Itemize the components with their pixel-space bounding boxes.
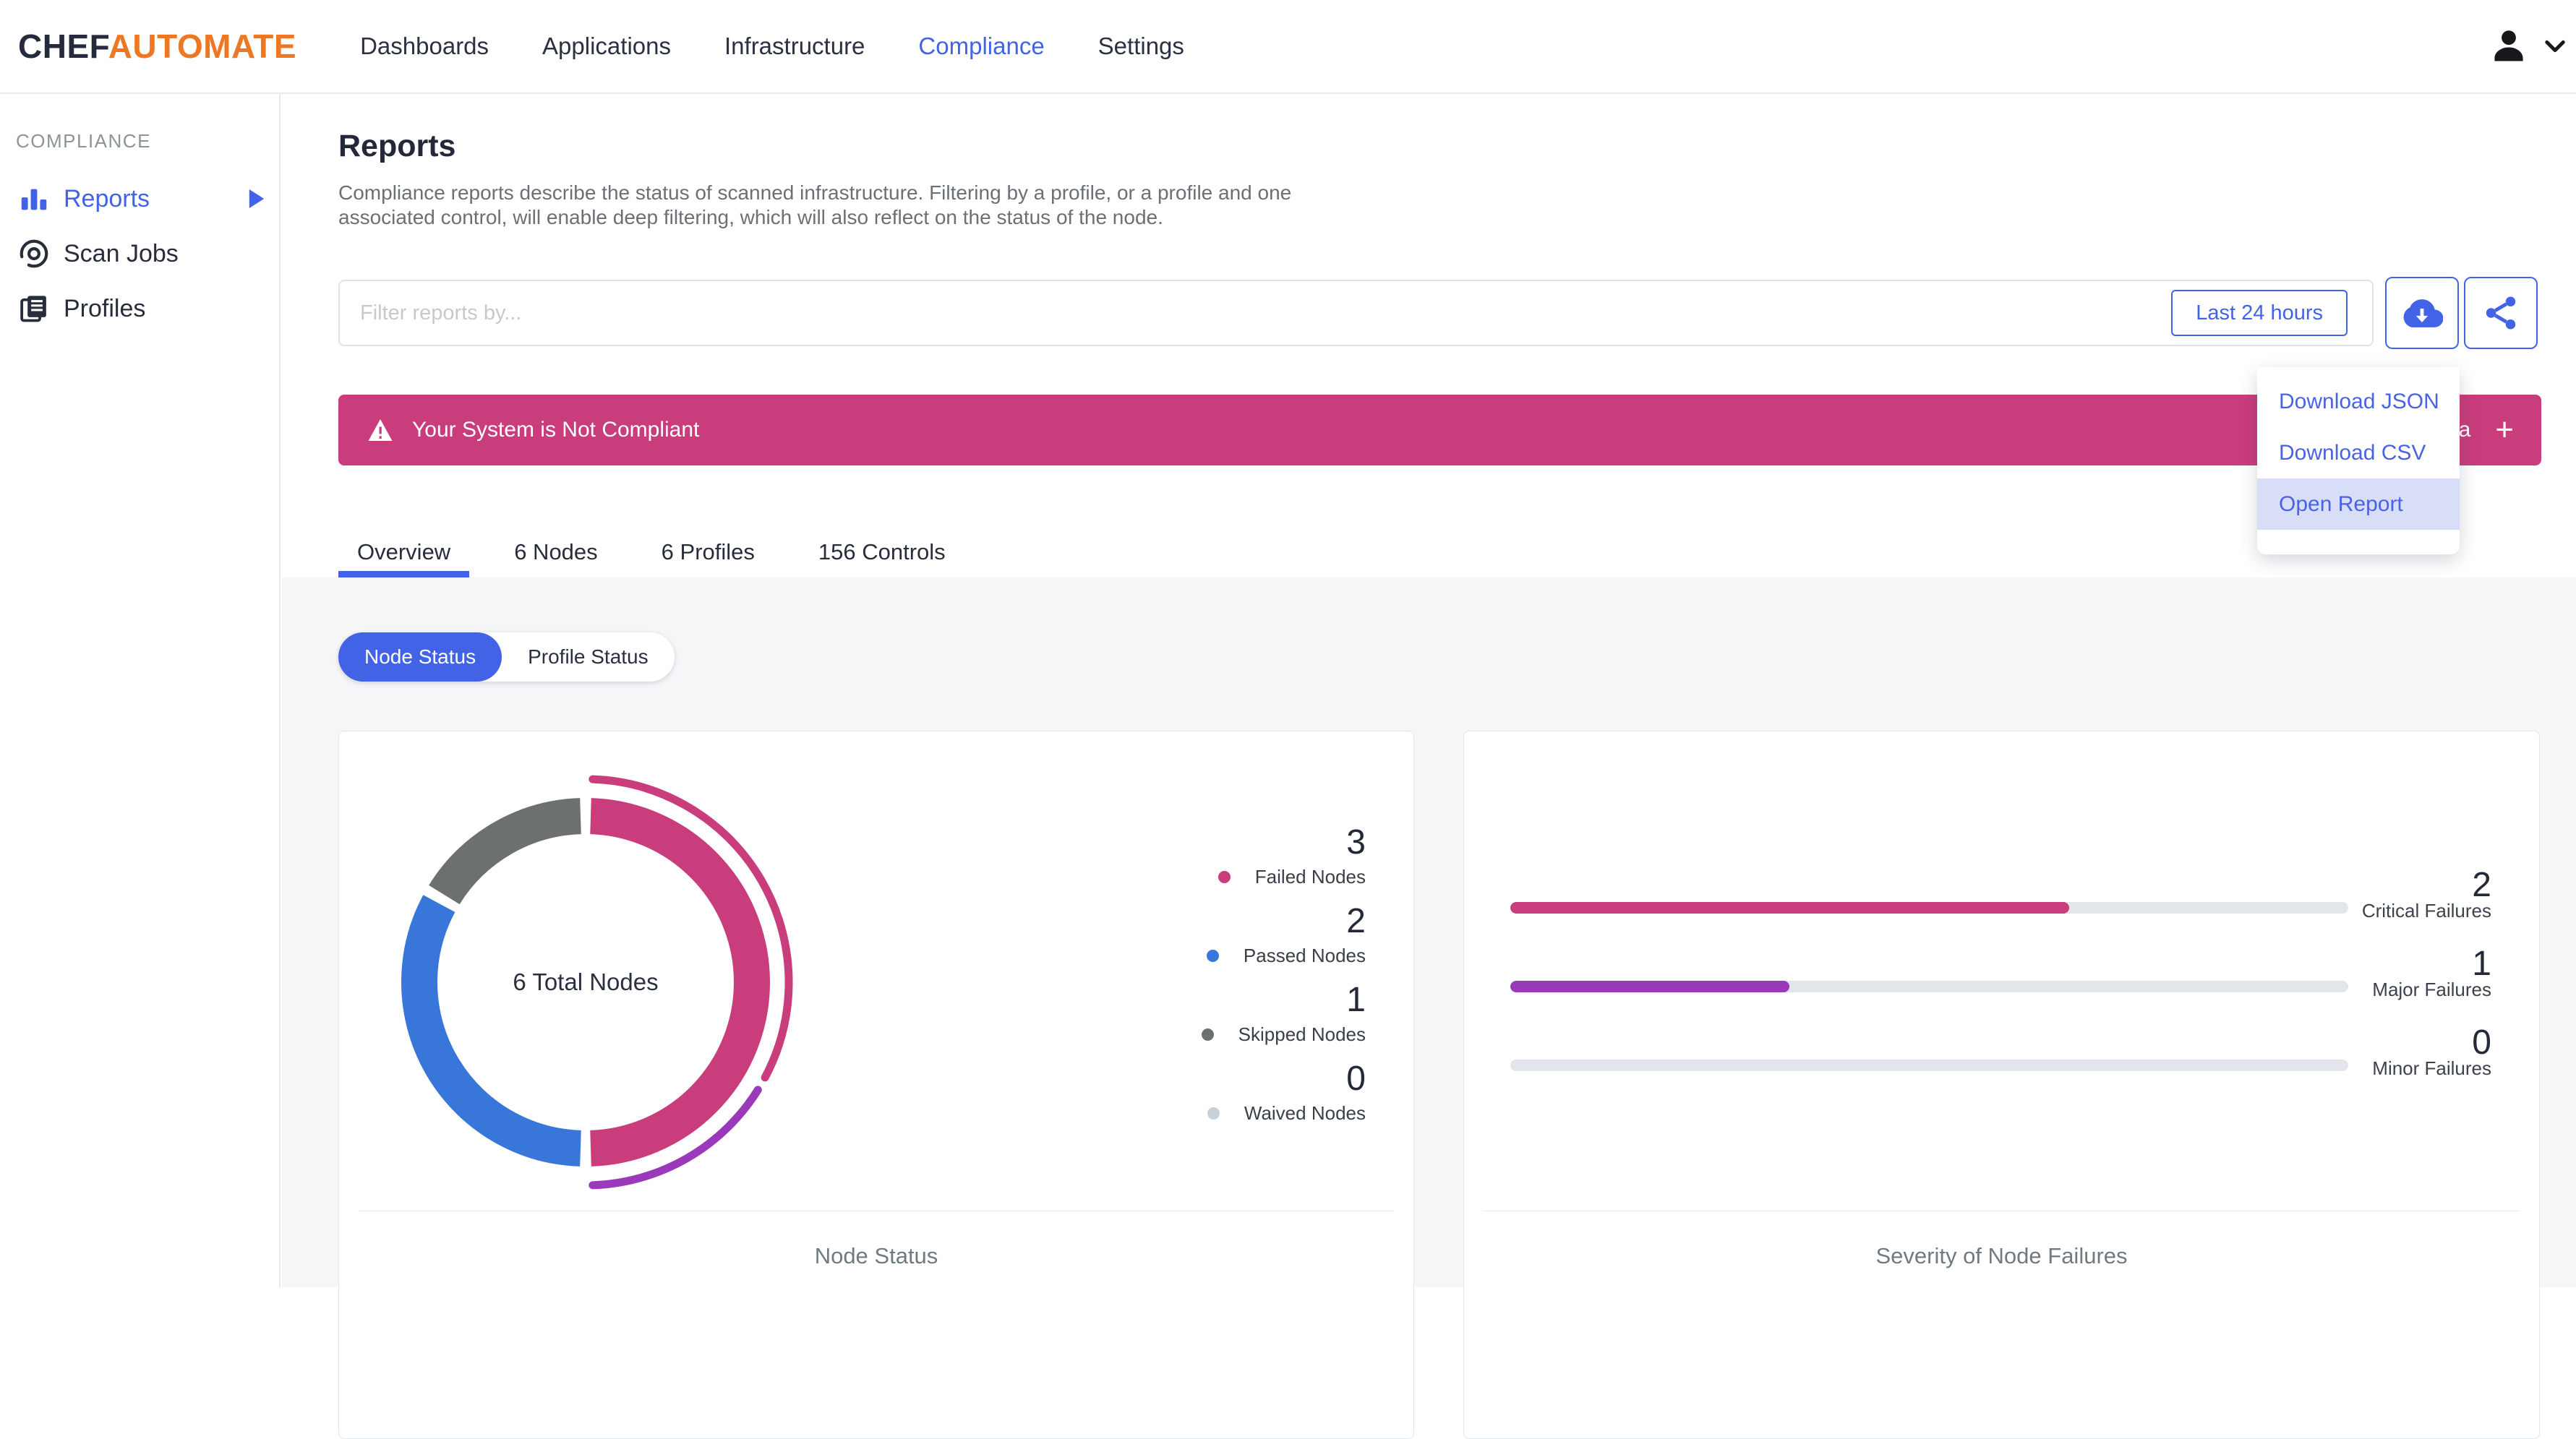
sidebar-item-reports[interactable]: Reports xyxy=(0,171,279,226)
status-toggle: Node Status Profile Status xyxy=(338,632,675,682)
menu-item-download-json[interactable]: Download JSON xyxy=(2257,376,2460,427)
sidebar-item-label: Scan Jobs xyxy=(64,239,179,267)
legend-item-skipped-nodes: 1 Skipped Nodes xyxy=(1201,981,1366,1045)
nav-item-settings[interactable]: Settings xyxy=(1098,33,1184,60)
legend-count: 2 xyxy=(1346,902,1366,940)
share-icon xyxy=(2486,296,2516,330)
sidebar-section-label: COMPLIANCE xyxy=(16,130,151,152)
compliance-banner: Your System is Not Compliant ta + xyxy=(338,395,2541,465)
sidebar: COMPLIANCE Reports Scan Jobs Profiles xyxy=(0,94,281,1287)
content-area: Node Status Profile Status 6 Total Nodes … xyxy=(282,577,2576,1439)
severity-caption: Severity of Node Failures xyxy=(1484,1211,2520,1269)
severity-label: Critical Failures xyxy=(2361,900,2491,922)
legend-count: 0 xyxy=(1346,1060,1366,1098)
add-filter-plus-icon[interactable]: + xyxy=(2495,414,2514,446)
legend-item-passed-nodes: 2 Passed Nodes xyxy=(1206,902,1366,966)
legend-label: Skipped Nodes xyxy=(1238,1023,1366,1045)
severity-bar-fill xyxy=(1510,981,1790,992)
main-nav: Dashboards Applications Infrastructure Comp… xyxy=(360,33,1184,60)
card-caption-text: Node Status xyxy=(814,1243,938,1268)
severity-card: 2 Critical Failures 1 Major Failures 0 Minor … xyxy=(1463,731,2540,1439)
page-description: Compliance reports describe the status o… xyxy=(338,181,1292,228)
severity-label: Minor Failures xyxy=(2372,1057,2491,1079)
severity-bar-fill xyxy=(1510,902,2069,914)
user-menu[interactable] xyxy=(2488,25,2566,67)
share-button[interactable] xyxy=(2464,277,2538,349)
main-content: Reports Compliance reports describe the … xyxy=(282,94,2576,1439)
banner-right: ta + xyxy=(2452,414,2541,446)
sidebar-item-label: Profiles xyxy=(64,294,146,322)
logo-chef: CHEF xyxy=(18,27,108,65)
logo-automate: AUTOMATE xyxy=(108,27,297,65)
bar-chart-icon xyxy=(17,182,51,215)
menu-item-open-report[interactable]: Open Report xyxy=(2257,478,2460,530)
legend-dot-icon xyxy=(1206,949,1219,962)
legend-label: Failed Nodes xyxy=(1254,866,1366,888)
legend-dot-icon xyxy=(1207,1107,1220,1120)
tab-overview[interactable]: Overview xyxy=(338,526,470,577)
filter-input[interactable]: Filter reports by... xyxy=(360,301,2171,325)
sidebar-item-label: Reports xyxy=(64,184,150,212)
sidebar-item-scan-jobs[interactable]: Scan Jobs xyxy=(0,226,279,281)
nav-item-dashboards[interactable]: Dashboards xyxy=(360,33,489,60)
menu-item-download-csv[interactable]: Download CSV xyxy=(2257,427,2460,478)
app-header: CHEFAUTOMATE Dashboards Applications Infra… xyxy=(0,0,2576,94)
legend-count: 3 xyxy=(1346,823,1366,862)
tab-6-profiles[interactable]: 6 Profiles xyxy=(643,526,774,577)
chevron-down-icon[interactable] xyxy=(2544,39,2566,53)
sidebar-item-profiles[interactable]: Profiles xyxy=(0,281,279,336)
severity-bar-track-critical-failures xyxy=(1510,902,2348,914)
legend-label: Waived Nodes xyxy=(1244,1102,1366,1124)
donut-center-label: 6 Total Nodes xyxy=(513,968,659,995)
card-caption-text: Severity of Node Failures xyxy=(1875,1243,2128,1268)
tab-156-controls[interactable]: 156 Controls xyxy=(800,526,964,577)
donut-segment-skipped-nodes xyxy=(429,798,582,905)
severity-bars: 2 Critical Failures 1 Major Failures 0 Minor … xyxy=(1464,731,2539,1438)
nav-item-compliance[interactable]: Compliance xyxy=(918,33,1044,60)
severity-bar-track-minor-failures xyxy=(1510,1060,2348,1071)
severity-label: Major Failures xyxy=(2372,979,2491,1000)
node-status-card: 6 Total Nodes 3 Failed Nodes 2 Passed Nodes… xyxy=(338,731,1414,1439)
warning-icon xyxy=(367,418,393,442)
time-range-button[interactable]: Last 24 hours xyxy=(2171,290,2348,336)
profiles-icon xyxy=(17,292,51,325)
user-avatar-icon[interactable] xyxy=(2488,25,2530,67)
legend-dot-icon xyxy=(1201,1028,1214,1041)
nav-item-applications[interactable]: Applications xyxy=(542,33,671,60)
severity-bar-track-major-failures xyxy=(1510,981,2348,992)
legend-label: Passed Nodes xyxy=(1243,945,1366,966)
download-button[interactable] xyxy=(2385,277,2459,349)
severity-count: 2 xyxy=(2472,866,2491,904)
legend-count: 1 xyxy=(1346,981,1366,1019)
legend-dot-icon xyxy=(1218,870,1231,883)
filter-bar: Filter reports by... Last 24 hours xyxy=(338,280,2374,346)
banner-text: Your System is Not Compliant xyxy=(412,418,700,442)
app-logo[interactable]: CHEFAUTOMATE xyxy=(18,27,296,66)
download-menu: Download JSON Download CSV Open Report xyxy=(2257,367,2460,554)
donut-segment-passed-nodes xyxy=(401,895,581,1167)
arrow-right-icon xyxy=(249,189,265,208)
toggle-node-status[interactable]: Node Status xyxy=(338,632,502,682)
node-status-caption: Node Status xyxy=(359,1211,1394,1269)
severity-count: 1 xyxy=(2472,945,2491,983)
page-title: Reports xyxy=(338,129,456,163)
legend-item-waived-nodes: 0 Waived Nodes xyxy=(1207,1060,1366,1124)
scan-icon xyxy=(17,237,51,270)
tab-6-nodes[interactable]: 6 Nodes xyxy=(495,526,616,577)
report-tabs: Overview 6 Nodes 6 Profiles 156 Controls xyxy=(338,526,990,577)
donut-legend: 3 Failed Nodes 2 Passed Nodes 1 Skipped Nodes… xyxy=(1201,824,1366,1139)
severity-count: 0 xyxy=(2472,1023,2491,1062)
legend-item-failed-nodes: 3 Failed Nodes xyxy=(1218,824,1366,888)
toggle-profile-status[interactable]: Profile Status xyxy=(502,632,675,682)
nav-item-infrastructure[interactable]: Infrastructure xyxy=(724,33,865,60)
cloud-download-icon xyxy=(2403,299,2443,327)
